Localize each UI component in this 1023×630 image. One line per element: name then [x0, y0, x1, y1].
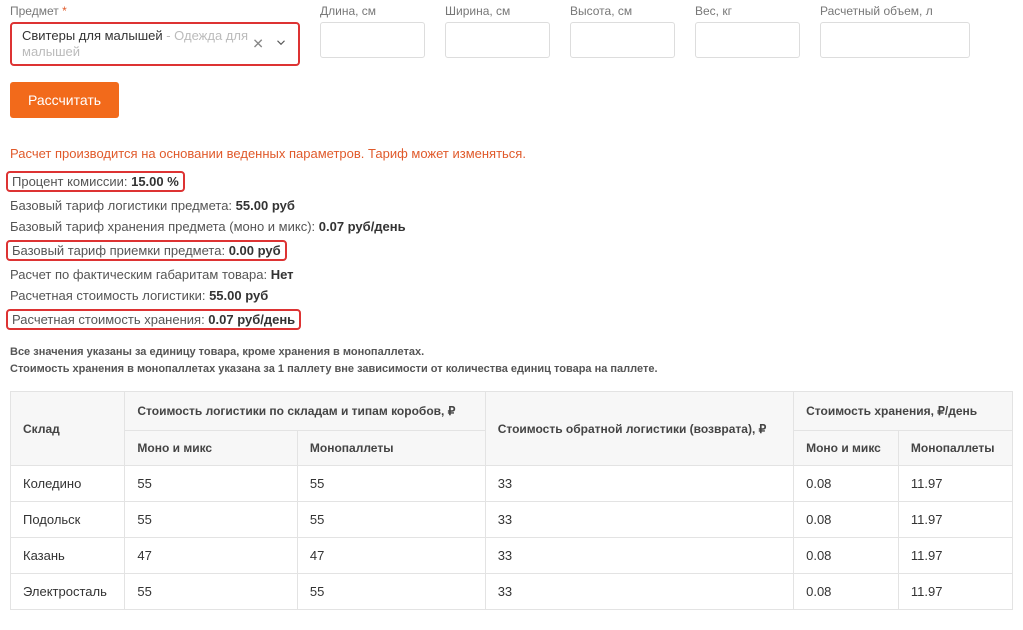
tariff-table: Склад Стоимость логистики по складам и т…	[10, 391, 1013, 610]
volume-label: Расчетный объем, л	[820, 4, 970, 18]
subject-group: Предмет * Свитеры для малышей - Одежда д…	[10, 4, 300, 66]
footnote-2: Стоимость хранения в монопаллетах указан…	[10, 361, 1013, 378]
cell-log-mono: 55	[125, 574, 298, 610]
th-return: Стоимость обратной логистики (возврата),…	[485, 392, 793, 466]
cell-ret: 33	[485, 502, 793, 538]
form-row: Предмет * Свитеры для малышей - Одежда д…	[10, 0, 1013, 66]
intake-base-label: Базовый тариф приемки предмета:	[12, 243, 229, 258]
volume-group: Расчетный объем, л	[820, 4, 970, 58]
subject-label-text: Предмет	[10, 4, 59, 18]
height-label: Высота, см	[570, 4, 675, 18]
height-group: Высота, см	[570, 4, 675, 58]
storage-base-value: 0.07 руб/день	[319, 219, 406, 234]
weight-group: Вес, кг	[695, 4, 800, 58]
th-st-pal: Монопаллеты	[898, 431, 1012, 466]
width-group: Ширина, см	[445, 4, 550, 58]
subject-value-main: Свитеры для малышей	[22, 28, 163, 43]
logistics-base-value: 55.00 руб	[236, 198, 295, 213]
footnote-1: Все значения указаны за единицу товара, …	[10, 344, 1013, 361]
cell-st-mono: 0.08	[794, 538, 899, 574]
volume-input[interactable]	[820, 22, 970, 58]
intake-base-value: 0.00 руб	[229, 243, 281, 258]
cell-log-mono: 55	[125, 502, 298, 538]
table-row: Казань 47 47 33 0.08 11.97	[11, 538, 1013, 574]
commission-label: Процент комиссии:	[12, 174, 131, 189]
cell-log-pal: 55	[297, 574, 485, 610]
cell-ret: 33	[485, 574, 793, 610]
cell-log-mono: 55	[125, 466, 298, 502]
cell-st-pal: 11.97	[898, 538, 1012, 574]
cell-st-mono: 0.08	[794, 502, 899, 538]
actual-dims-value: Нет	[271, 267, 294, 282]
table-row: Подольск 55 55 33 0.08 11.97	[11, 502, 1013, 538]
cell-log-pal: 55	[297, 502, 485, 538]
subject-select[interactable]: Свитеры для малышей - Одежда для малышей…	[10, 22, 300, 66]
cell-wh: Казань	[11, 538, 125, 574]
th-storage: Стоимость хранения, ₽/день	[794, 392, 1013, 431]
cell-wh: Электросталь	[11, 574, 125, 610]
cell-st-pal: 11.97	[898, 574, 1012, 610]
cell-st-mono: 0.08	[794, 574, 899, 610]
warning-text: Расчет производится на основании веденны…	[10, 146, 1013, 161]
storage-base-line: Базовый тариф хранения предмета (моно и …	[10, 219, 1013, 234]
width-input[interactable]	[445, 22, 550, 58]
subject-label: Предмет *	[10, 4, 300, 18]
calc-storage-label: Расчетная стоимость хранения:	[12, 312, 208, 327]
cell-log-mono: 47	[125, 538, 298, 574]
actual-dims-line: Расчет по фактическим габаритам товара: …	[10, 267, 1013, 282]
cell-wh: Коледино	[11, 466, 125, 502]
footnote: Все значения указаны за единицу товара, …	[10, 344, 1013, 377]
calc-logistics-line: Расчетная стоимость логистики: 55.00 руб	[10, 288, 1013, 303]
calc-logistics-value: 55.00 руб	[209, 288, 268, 303]
th-warehouse: Склад	[11, 392, 125, 466]
calc-logistics-label: Расчетная стоимость логистики:	[10, 288, 209, 303]
length-label: Длина, см	[320, 4, 425, 18]
length-input[interactable]	[320, 22, 425, 58]
intake-base-line: Базовый тариф приемки предмета: 0.00 руб	[10, 240, 1013, 261]
actual-dims-label: Расчет по фактическим габаритам товара:	[10, 267, 271, 282]
calc-storage-line: Расчетная стоимость хранения: 0.07 руб/д…	[10, 309, 1013, 330]
table-body: Коледино 55 55 33 0.08 11.97 Подольск 55…	[11, 466, 1013, 610]
cell-ret: 33	[485, 538, 793, 574]
calculate-button[interactable]: Рассчитать	[10, 82, 119, 118]
length-group: Длина, см	[320, 4, 425, 58]
weight-label: Вес, кг	[695, 4, 800, 18]
cell-st-pal: 11.97	[898, 466, 1012, 502]
cell-st-mono: 0.08	[794, 466, 899, 502]
table-row: Коледино 55 55 33 0.08 11.97	[11, 466, 1013, 502]
cell-log-pal: 55	[297, 466, 485, 502]
chevron-down-icon[interactable]	[274, 36, 288, 53]
subject-select-value: Свитеры для малышей - Одежда для малышей	[22, 28, 262, 59]
calc-storage-value: 0.07 руб/день	[208, 312, 295, 327]
cell-st-pal: 11.97	[898, 502, 1012, 538]
th-log-pal: Монопаллеты	[297, 431, 485, 466]
th-st-mono: Моно и микс	[794, 431, 899, 466]
th-log-mono: Моно и микс	[125, 431, 298, 466]
required-mark: *	[62, 4, 67, 18]
commission-value: 15.00 %	[131, 174, 179, 189]
logistics-base-line: Базовый тариф логистики предмета: 55.00 …	[10, 198, 1013, 213]
th-logistics: Стоимость логистики по складам и типам к…	[125, 392, 485, 431]
cell-log-pal: 47	[297, 538, 485, 574]
table-row: Электросталь 55 55 33 0.08 11.97	[11, 574, 1013, 610]
commission-line: Процент комиссии: 15.00 %	[10, 171, 1013, 192]
width-label: Ширина, см	[445, 4, 550, 18]
height-input[interactable]	[570, 22, 675, 58]
weight-input[interactable]	[695, 22, 800, 58]
storage-base-label: Базовый тариф хранения предмета (моно и …	[10, 219, 319, 234]
cell-wh: Подольск	[11, 502, 125, 538]
cell-ret: 33	[485, 466, 793, 502]
close-icon[interactable]: ✕	[252, 36, 264, 53]
logistics-base-label: Базовый тариф логистики предмета:	[10, 198, 236, 213]
